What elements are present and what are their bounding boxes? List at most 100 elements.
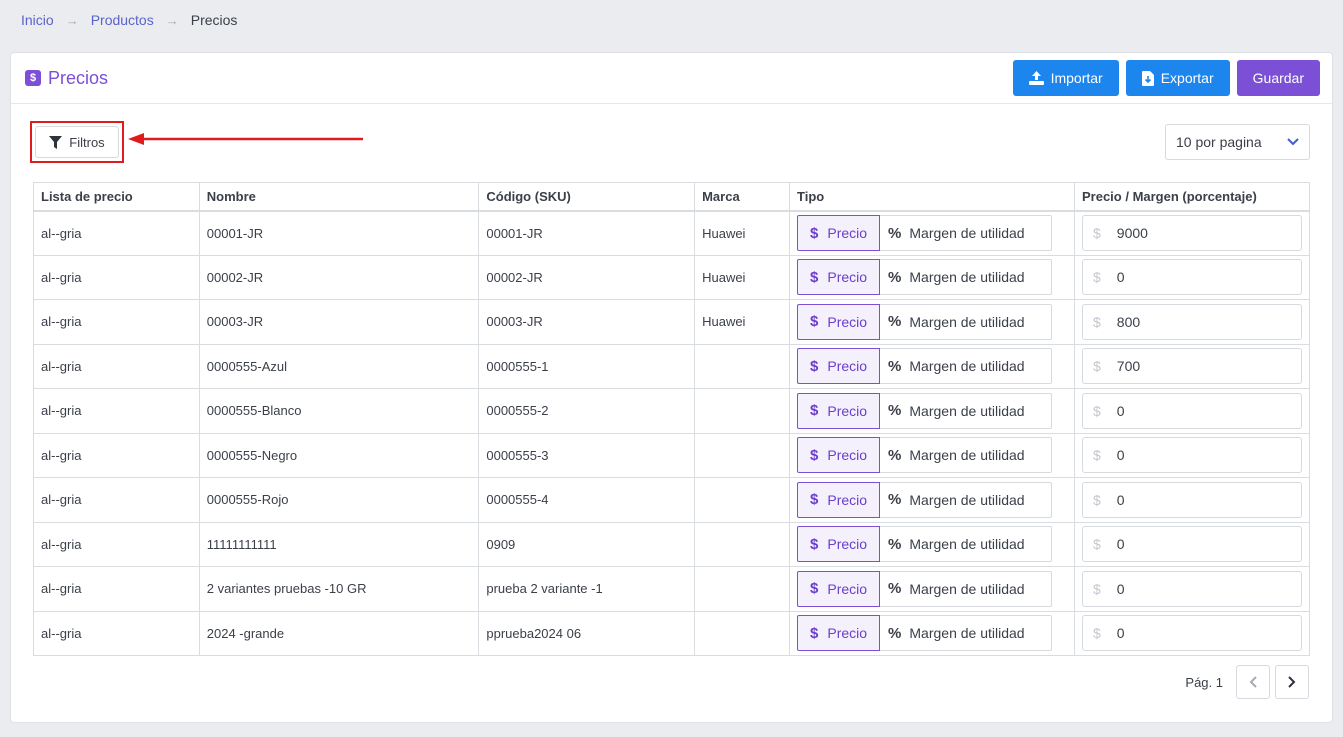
type-price-option[interactable]: $ Precio: [797, 615, 881, 652]
table-row: al--gria 00001-JR 00001-JR Huawei $ Prec…: [33, 210, 1311, 256]
cell-price-list: al--gria: [33, 343, 200, 389]
type-margin-option[interactable]: % Margen de utilidad: [880, 259, 1053, 296]
type-toggle: $ Precio % Margen de utilidad: [797, 303, 1053, 340]
type-price-option[interactable]: $ Precio: [797, 570, 881, 607]
type-price-label: Precio: [827, 269, 868, 286]
type-margin-option[interactable]: % Margen de utilidad: [880, 615, 1053, 652]
cell-brand: [694, 477, 791, 523]
cell-brand: Huawei: [694, 254, 791, 300]
price-input[interactable]: $ 0: [1081, 526, 1302, 563]
price-input[interactable]: $ 0: [1081, 570, 1302, 607]
cell-price-list: al--gria: [33, 299, 200, 345]
type-toggle: $ Precio % Margen de utilidad: [797, 392, 1053, 429]
cell-name: 0000555-Rojo: [198, 477, 480, 523]
cell-price-list: al--gria: [33, 521, 200, 567]
type-toggle: $ Precio % Margen de utilidad: [797, 481, 1053, 518]
cell-brand: [694, 432, 791, 478]
type-price-option[interactable]: $ Precio: [797, 437, 881, 474]
type-price-option[interactable]: $ Precio: [797, 348, 881, 385]
import-button[interactable]: Importar: [1012, 60, 1119, 96]
currency-symbol: $: [1092, 536, 1101, 553]
breadcrumb-inicio[interactable]: Inicio: [21, 12, 54, 28]
type-margin-option[interactable]: % Margen de utilidad: [880, 437, 1053, 474]
cell-price-margin: $ 0: [1073, 521, 1311, 567]
price-input[interactable]: $ 0: [1081, 259, 1302, 296]
next-page-button[interactable]: [1275, 665, 1309, 699]
cell-name: 11111111111: [198, 521, 480, 567]
cell-type: $ Precio % Margen de utilidad: [789, 299, 1075, 345]
cell-name: 00003-JR: [198, 299, 480, 345]
save-button[interactable]: Guardar: [1236, 60, 1320, 96]
price-value: 800: [1116, 313, 1141, 330]
price-input[interactable]: $ 0: [1081, 615, 1302, 652]
type-price-option[interactable]: $ Precio: [797, 259, 881, 296]
filter-highlight-box: Filtros: [30, 121, 124, 163]
type-margin-option[interactable]: % Margen de utilidad: [880, 392, 1053, 429]
price-value: 0: [1116, 491, 1125, 508]
cell-sku: 0000555-1: [478, 343, 696, 389]
cell-price-margin: $ 0: [1073, 432, 1311, 478]
percent-icon: %: [888, 268, 902, 286]
type-price-label: Precio: [827, 402, 868, 419]
price-value: 0: [1116, 580, 1125, 597]
cell-price-margin: $ 0: [1073, 477, 1311, 523]
cell-price-margin: $ 0: [1073, 388, 1311, 434]
type-margin-label: Margen de utilidad: [909, 313, 1025, 330]
export-label: Exportar: [1160, 70, 1214, 86]
card-header: $ Precios Importar Exportar Guardar: [11, 53, 1332, 104]
cell-price-list: al--gria: [33, 210, 200, 256]
type-price-label: Precio: [827, 313, 868, 330]
cell-price-list: al--gria: [33, 254, 200, 300]
breadcrumb-separator: →: [65, 12, 79, 28]
type-price-option[interactable]: $ Precio: [797, 392, 881, 429]
currency-symbol: $: [1092, 491, 1101, 508]
chevron-left-icon: [1249, 676, 1257, 688]
type-margin-option[interactable]: % Margen de utilidad: [880, 481, 1053, 518]
type-price-option[interactable]: $ Precio: [797, 303, 881, 340]
type-price-option[interactable]: $ Precio: [797, 481, 881, 518]
type-margin-option[interactable]: % Margen de utilidad: [880, 570, 1053, 607]
cell-brand: [694, 388, 791, 434]
per-page-select[interactable]: 10 por pagina: [1165, 124, 1310, 160]
filters-button[interactable]: Filtros: [35, 126, 119, 158]
header-name: Nombre: [198, 182, 480, 212]
type-price-label: Precio: [827, 491, 868, 508]
cell-type: $ Precio % Margen de utilidad: [789, 210, 1075, 256]
cell-name: 00001-JR: [198, 210, 480, 256]
breadcrumb-productos[interactable]: Productos: [91, 12, 154, 28]
cell-sku: 00001-JR: [478, 210, 696, 256]
prev-page-button[interactable]: [1236, 665, 1270, 699]
type-margin-option[interactable]: % Margen de utilidad: [880, 348, 1053, 385]
type-margin-option[interactable]: % Margen de utilidad: [880, 526, 1053, 563]
table-row: al--gria 0000555-Azul 0000555-1 $ Precio…: [33, 343, 1311, 389]
cell-type: $ Precio % Margen de utilidad: [789, 477, 1075, 523]
cell-brand: [694, 566, 791, 612]
dollar-icon: $: [810, 313, 819, 331]
table-row: al--gria 0000555-Rojo 0000555-4 $ Precio…: [33, 477, 1311, 523]
dollar-icon: $: [810, 402, 819, 420]
price-input[interactable]: $ 9000: [1081, 215, 1302, 251]
cell-price-list: al--gria: [33, 566, 200, 612]
price-input[interactable]: $ 0: [1081, 481, 1302, 518]
price-input[interactable]: $ 700: [1081, 348, 1302, 385]
cell-brand: Huawei: [694, 299, 791, 345]
currency-symbol: $: [1092, 225, 1101, 241]
cell-name: 2 variantes pruebas -10 GR: [198, 566, 480, 612]
cell-price-list: al--gria: [33, 610, 200, 656]
cell-price-margin: $ 700: [1073, 343, 1311, 389]
dollar-icon: $: [810, 491, 819, 509]
price-value: 700: [1116, 358, 1141, 375]
price-input[interactable]: $ 800: [1081, 303, 1302, 340]
type-price-option[interactable]: $ Precio: [797, 215, 881, 251]
export-button[interactable]: Exportar: [1125, 60, 1230, 96]
cell-price-margin: $ 0: [1073, 566, 1311, 612]
cell-brand: [694, 343, 791, 389]
type-margin-option[interactable]: % Margen de utilidad: [880, 303, 1053, 340]
currency-symbol: $: [1092, 580, 1101, 597]
price-input[interactable]: $ 0: [1081, 437, 1302, 474]
type-price-option[interactable]: $ Precio: [797, 526, 881, 563]
type-margin-option[interactable]: % Margen de utilidad: [880, 215, 1053, 251]
price-input[interactable]: $ 0: [1081, 392, 1302, 429]
table-row: al--gria 11111111111 0909 $ Precio % Mar…: [33, 521, 1311, 567]
type-toggle: $ Precio % Margen de utilidad: [797, 437, 1053, 474]
